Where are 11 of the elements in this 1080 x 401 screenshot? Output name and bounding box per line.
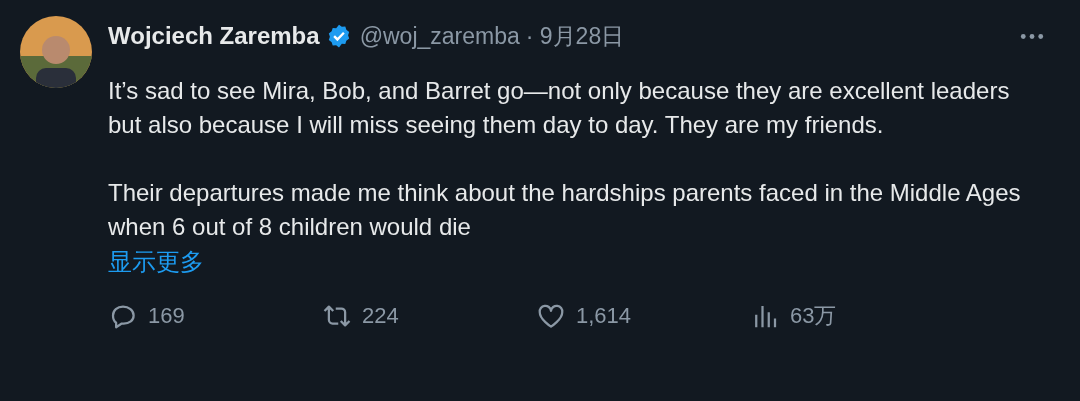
show-more-link[interactable]: 显示更多 [108, 244, 204, 280]
author-name[interactable]: Wojciech Zaremba [108, 22, 320, 50]
tweet-date[interactable]: · 9月28日 [525, 20, 625, 52]
action-count: 224 [362, 303, 399, 329]
action-count: 63万 [790, 302, 837, 330]
author-handle[interactable]: @woj_zaremba [359, 22, 520, 50]
tweet-text: Their departures made me think about the hardships parents faced in the Middle Ages when 6 out of 8 children would die [108, 178, 1022, 242]
action-count: 169 [148, 303, 185, 329]
more-icon[interactable] [1020, 32, 1044, 40]
tweet-text: It’s sad to see Mira, Bob, and Barret go—not only because they are excellent leaders but also because I will miss seeing them day to day. They are my friends. [108, 76, 1011, 140]
action-count: 1,614 [576, 303, 632, 329]
